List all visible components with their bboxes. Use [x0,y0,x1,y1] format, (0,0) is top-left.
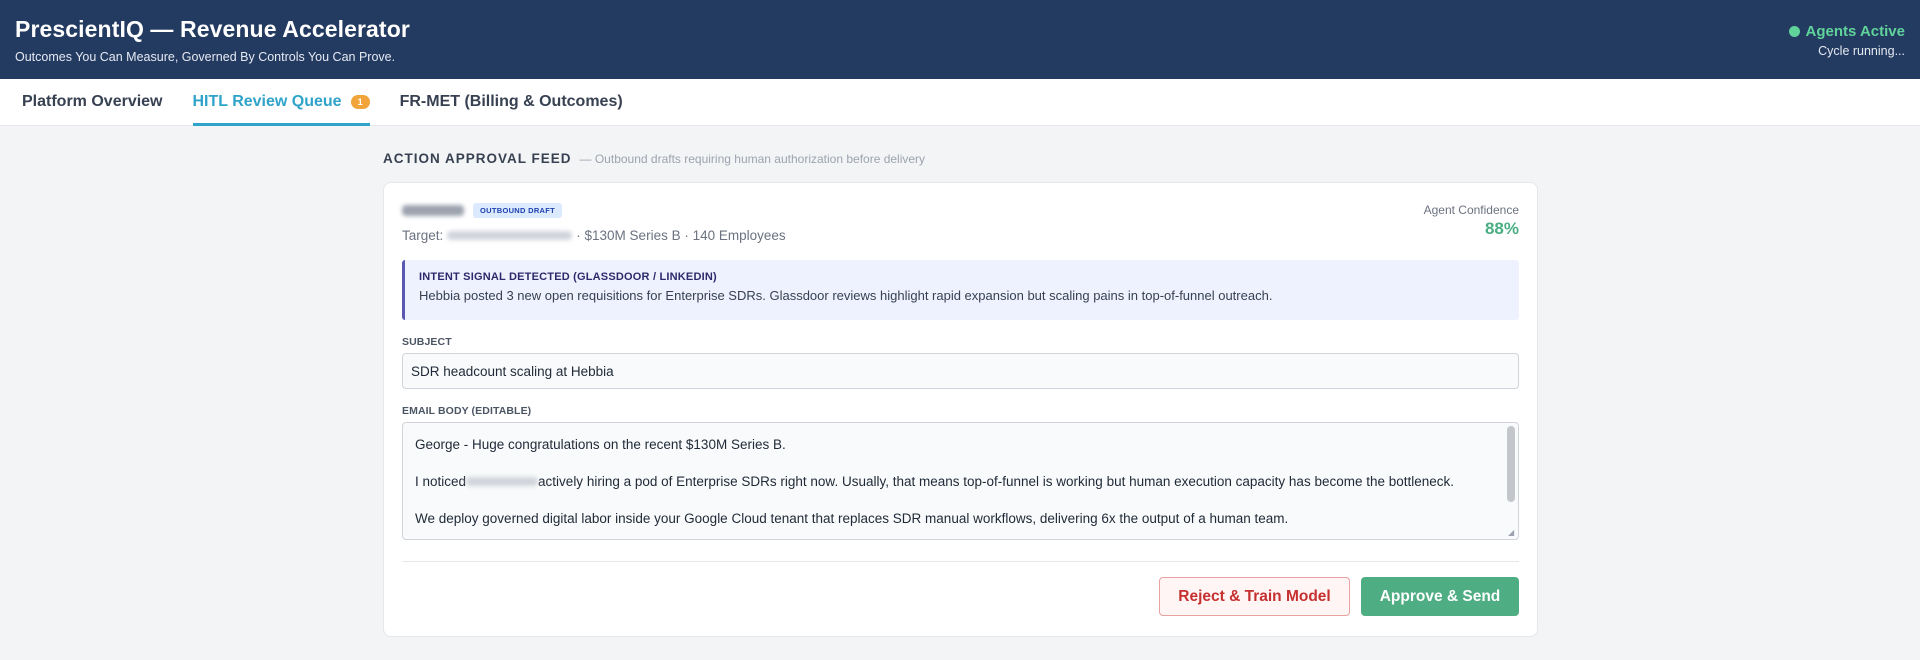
signal-text: Hebbia posted 3 new open requisitions fo… [419,288,1273,303]
agent-confidence: Agent Confidence 88% [1424,203,1519,243]
resize-grip-icon[interactable]: ◢ [1508,529,1516,537]
confidence-value: 88% [1484,219,1519,238]
tab-hitl-review-queue[interactable]: HITL Review Queue 1 [192,79,370,126]
email-body-label: EMAIL BODY (EDITABLE) [402,405,532,417]
draft-card: OUTBOUND DRAFT Target: · $130M Series B … [383,182,1538,637]
feed-title: ACTION APPROVAL FEED [383,151,572,166]
queue-count-badge: 1 [350,95,370,109]
body-line: George - Huge congratulations on the rec… [415,437,786,452]
app-title: PrescientIQ — Revenue Accelerator [15,16,410,42]
tab-label: FR-MET (Billing & Outcomes) [399,93,623,110]
tab-label: HITL Review Queue [192,93,342,110]
status-dot-icon [1788,26,1800,37]
body-line: We deploy governed digital labor inside … [415,511,1289,526]
approve-send-button[interactable]: Approve & Send [1361,577,1519,616]
redacted-contact-name [402,205,464,216]
target-details: · $130M Series B · 140 Employees [576,228,786,243]
app-tagline: Outcomes You Can Measure, Governed By Co… [15,50,396,64]
agent-status: Agents Active Cycle running... [1788,23,1905,58]
tab-platform-overview[interactable]: Platform Overview [22,79,163,125]
feed-header: ACTION APPROVAL FEED — Outbound drafts r… [383,151,1920,166]
main-tabs: Platform Overview HITL Review Queue 1 FR… [0,79,1920,126]
reject-train-button[interactable]: Reject & Train Model [1159,577,1350,616]
target-line: Target: · $130M Series B · 140 Employees [402,228,786,243]
email-body-textarea[interactable]: George - Huge congratulations on the rec… [402,422,1519,540]
body-line: I noticed actively hiring a pod of Enter… [415,474,1455,489]
feed-subtitle: — Outbound drafts requiring human author… [579,152,926,166]
draft-type-badge: OUTBOUND DRAFT [473,203,563,218]
status-subtext: Cycle running... [1818,44,1905,58]
intent-signal-box: INTENT SIGNAL DETECTED (GLASSDOOR / LINK… [402,260,1519,320]
signal-title: INTENT SIGNAL DETECTED (GLASSDOOR / LINK… [419,271,717,283]
subject-label: SUBJECT [402,336,452,348]
card-divider [402,561,1519,562]
confidence-label: Agent Confidence [1423,203,1519,217]
redacted-company-inline [466,477,539,486]
app-header: PrescientIQ — Revenue Accelerator Outcom… [0,0,1920,79]
tab-fr-met[interactable]: FR-MET (Billing & Outcomes) [400,79,623,125]
status-label: Agents Active [1805,23,1905,40]
action-buttons: Reject & Train Model Approve & Send [402,577,1519,616]
target-label: Target: [402,228,444,243]
main-content: ACTION APPROVAL FEED — Outbound drafts r… [0,126,1920,637]
body-scrollbar[interactable] [1507,426,1515,502]
tab-label: Platform Overview [22,93,163,110]
redacted-company-name [447,231,573,240]
subject-input[interactable] [402,353,1519,389]
